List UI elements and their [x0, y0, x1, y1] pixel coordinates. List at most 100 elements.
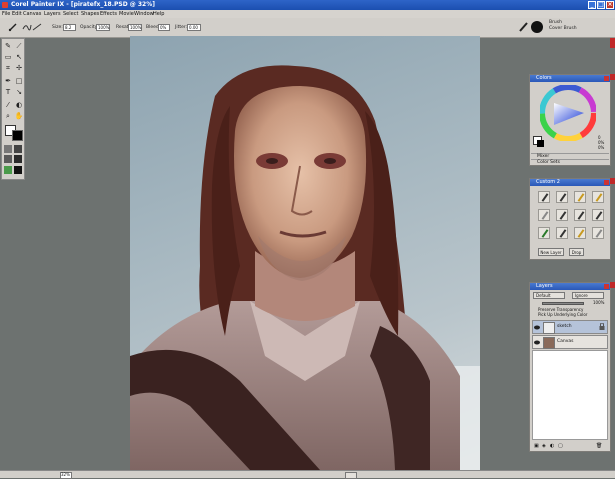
brush-preset-icon[interactable] — [538, 191, 550, 203]
menu-edit[interactable]: Edit — [12, 10, 22, 18]
lasso-icon[interactable]: ↖ — [14, 52, 24, 62]
brush-preset-icon[interactable] — [556, 209, 568, 221]
layers-panel-header[interactable]: Layers — [530, 283, 610, 290]
weaving-selector-icon[interactable] — [14, 166, 22, 174]
size-label: Size: — [52, 25, 63, 30]
document-canvas[interactable] — [130, 36, 480, 470]
selector-icon[interactable]: ↘ — [14, 87, 24, 97]
layers-panel: Layers Default Ignore 100% Preserve Tran… — [529, 282, 611, 452]
paint-bucket-icon[interactable]: ◐ — [14, 100, 24, 110]
window-title: Corel Painter IX - [piratefx_18.PSD @ 32… — [11, 1, 155, 8]
shape-pen-icon[interactable]: ✒ — [3, 76, 13, 86]
palette-tab-handle[interactable] — [610, 178, 615, 184]
visibility-eye-icon[interactable] — [534, 340, 540, 345]
gradient-selector-icon[interactable] — [14, 145, 22, 153]
palette-tab-handle[interactable] — [610, 38, 615, 48]
additional-color-swatch[interactable] — [12, 130, 23, 141]
toolbox: ✎ ⟋ ▭ ↖ ⌗ ✢ ✒ □ T ↘ ⁄ ◐ ⌕ ✋ — [1, 38, 25, 180]
layer-opacity-value: 100% — [593, 300, 605, 305]
paper-selector-icon[interactable] — [4, 145, 12, 153]
menu-help[interactable]: Help — [153, 10, 164, 18]
palette-tab-handle[interactable] — [610, 282, 615, 288]
brush-preset-icon[interactable] — [574, 227, 586, 239]
nozzle-selector-icon[interactable] — [14, 155, 22, 163]
brush-preset-icon[interactable] — [574, 209, 586, 221]
custom-palette-title: Custom 2 — [536, 179, 560, 185]
resat-field[interactable]: 100% — [128, 24, 142, 31]
palette-close-icon[interactable] — [604, 180, 609, 185]
brush-preset-icon[interactable] — [592, 227, 604, 239]
brush-variant-label[interactable]: Cover Brush — [549, 25, 577, 33]
dynamic-plugins-icon[interactable]: ◈ — [542, 443, 546, 449]
trash-icon[interactable]: 🗑 — [596, 443, 602, 449]
color-wheel[interactable] — [540, 85, 596, 141]
menu-movie[interactable]: Movie — [119, 10, 134, 18]
rectangle-icon[interactable]: □ — [14, 76, 24, 86]
visibility-eye-icon[interactable] — [534, 325, 540, 330]
dropper-icon[interactable]: ⟋ — [14, 41, 24, 51]
new-layer-icon[interactable]: ▢ — [558, 443, 563, 449]
color-sets-section[interactable]: Color Sets — [531, 159, 609, 165]
lock-icon[interactable] — [599, 323, 605, 330]
color-sets-label: Color Sets — [537, 160, 560, 165]
pattern-selector-icon[interactable] — [4, 155, 12, 163]
menu-file[interactable]: File — [2, 10, 10, 18]
brush-preset-icon[interactable] — [556, 191, 568, 203]
look-selector-icon[interactable] — [4, 166, 12, 174]
jitter-field[interactable]: 0.00 — [187, 24, 201, 31]
close-button[interactable]: × — [606, 1, 614, 9]
brush-preset-icon[interactable] — [556, 227, 568, 239]
grabber-icon[interactable]: ✋ — [14, 111, 24, 121]
layer-row[interactable]: sketch — [532, 320, 608, 334]
text-icon[interactable]: T — [3, 87, 13, 97]
transform-icon[interactable]: ✢ — [14, 63, 24, 73]
custom-palette-header[interactable]: Custom 2 — [530, 179, 610, 186]
rect-select-icon[interactable]: ▭ — [3, 52, 13, 62]
menu-window[interactable]: Window — [134, 10, 154, 18]
composite-method-select[interactable]: Default — [533, 292, 565, 299]
crop-icon[interactable]: ⌗ — [3, 63, 13, 73]
new-layer-button[interactable]: New Layer — [538, 248, 564, 256]
composite-depth-select[interactable]: Ignore — [572, 292, 604, 299]
layer-commands-icon[interactable]: ▣ — [534, 443, 539, 449]
brush-icon[interactable]: ✎ — [3, 41, 13, 51]
menu-effects[interactable]: Effects — [100, 10, 117, 18]
brush-preset-icon[interactable] — [538, 209, 550, 221]
eyedropper-icon[interactable]: ⁄ — [3, 100, 13, 110]
layer-row[interactable]: Canvas — [532, 335, 608, 349]
brush-category-icon[interactable] — [517, 21, 529, 33]
menu-shapes[interactable]: Shapes — [81, 10, 99, 18]
stroke-straight-icon[interactable] — [32, 22, 42, 32]
layer-mask-icon[interactable]: ◐ — [550, 443, 554, 449]
menu-layers[interactable]: Layers — [44, 10, 61, 18]
layer-name: Canvas — [557, 339, 574, 344]
custom-palette: Custom 2 New Layer Drop — [529, 178, 611, 260]
layer-opacity-slider[interactable] — [542, 302, 584, 305]
brush-preset-icon[interactable] — [592, 191, 604, 203]
pick-up-color-checkbox[interactable]: Pick Up Underlying Color — [538, 312, 587, 317]
brush-preset-icon[interactable] — [538, 227, 550, 239]
colors-panel-header[interactable]: Colors — [530, 75, 610, 82]
layers-close-icon[interactable] — [604, 284, 609, 289]
bleed-field[interactable]: 0% — [158, 24, 170, 31]
magnifier-icon[interactable]: ⌕ — [3, 111, 13, 121]
layer-thumbnail — [543, 337, 555, 349]
layer-command-bar: ▣ ◈ ◐ ▢ 🗑 — [534, 443, 604, 450]
stroke-freehand-icon[interactable] — [22, 22, 32, 32]
drop-button[interactable]: Drop — [569, 248, 584, 256]
status-bar: 32% — [0, 470, 615, 479]
size-field[interactable]: 8.2 — [63, 24, 76, 31]
brush-preset-icon[interactable] — [592, 209, 604, 221]
palette-tab-handle[interactable] — [610, 74, 615, 80]
panel-close-icon[interactable] — [604, 76, 609, 81]
panel-additional-color-swatch[interactable] — [537, 140, 544, 147]
opacity-field[interactable]: 100% — [96, 24, 110, 31]
brush-tool-icon[interactable] — [8, 22, 18, 32]
brush-preset-icon[interactable] — [574, 191, 586, 203]
property-bar: Size: 8.2 Opacity: 100% Resat: 100% Blee… — [0, 18, 615, 38]
menu-select[interactable]: Select — [63, 10, 78, 18]
menu-canvas[interactable]: Canvas — [23, 10, 41, 18]
minimize-button[interactable]: _ — [588, 1, 596, 9]
brush-variant-dab-icon[interactable] — [531, 21, 543, 33]
maximize-button[interactable]: □ — [597, 1, 605, 9]
